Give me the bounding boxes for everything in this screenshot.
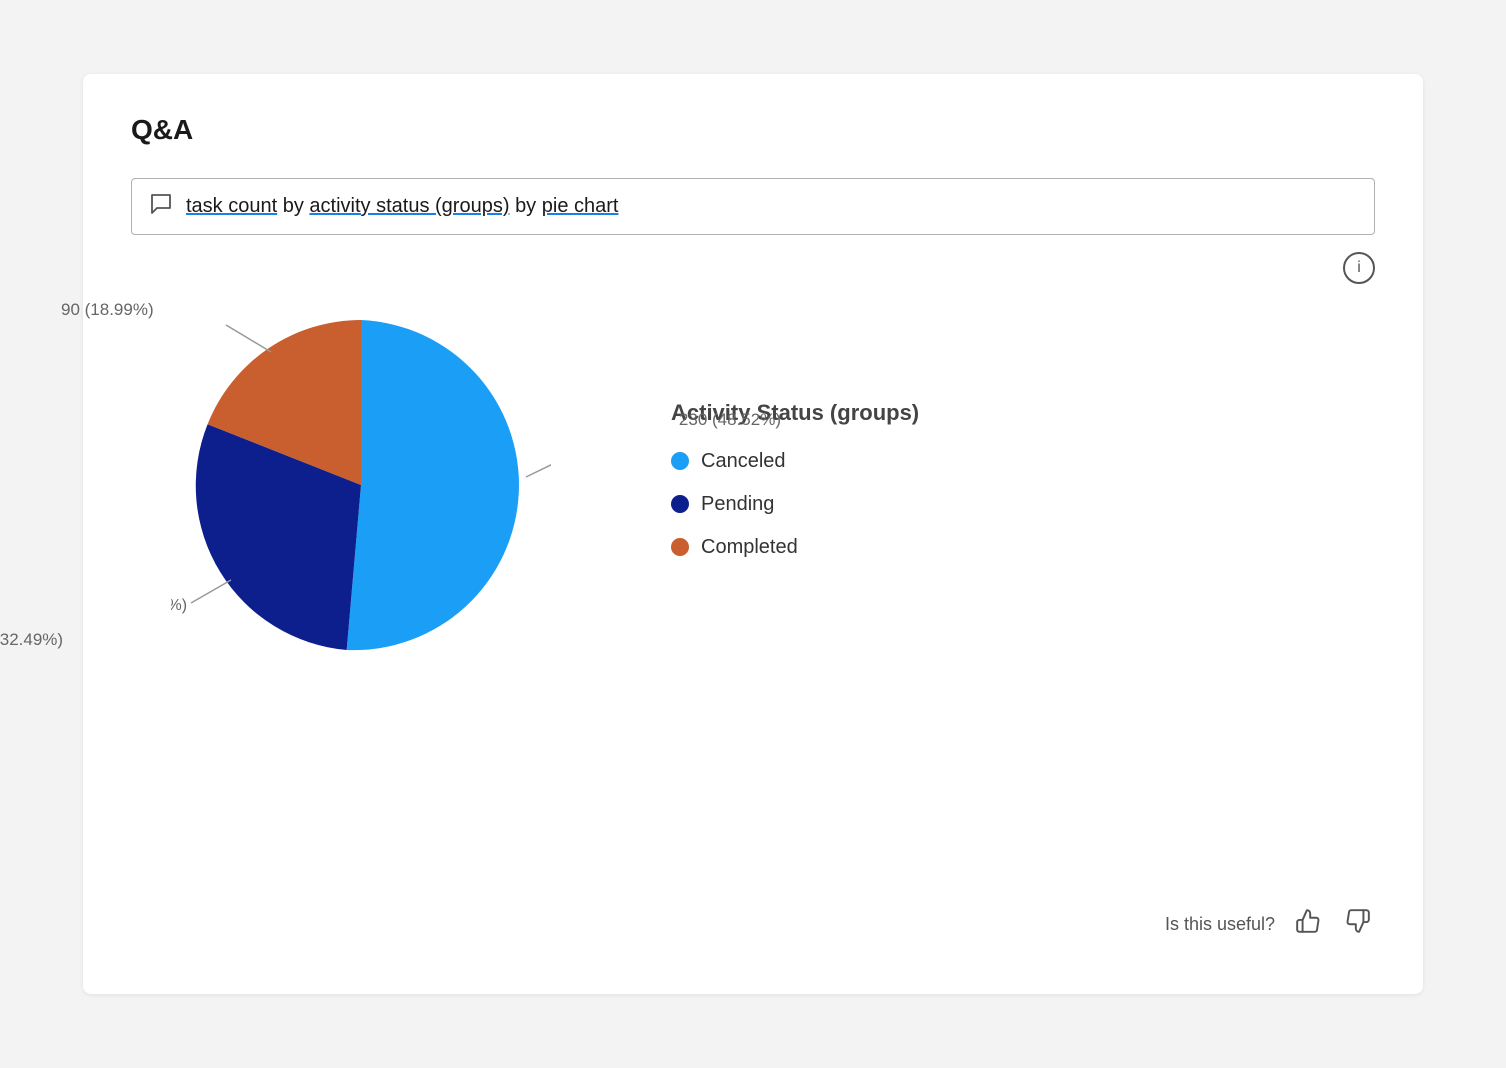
completed-legend-label: Completed	[701, 536, 798, 559]
info-icon: i	[1357, 259, 1361, 277]
query-part-3: pie chart	[542, 195, 619, 217]
completed-label: 90 (18.99%)	[61, 300, 154, 320]
canceled-callout-line	[526, 460, 551, 477]
canceled-dot	[671, 452, 689, 470]
page-title: Q&A	[131, 114, 1375, 146]
completed-callout-line	[226, 325, 271, 352]
completed-dot	[671, 538, 689, 556]
pie-chart: 230 (48.52%) 154 (32.49%) 90 (18.99%) 90…	[171, 295, 551, 675]
chat-icon	[150, 193, 172, 220]
pie-svg: 230 (48.52%) 154 (32.49%) 90 (18.99%)	[171, 295, 551, 675]
chart-area: 230 (48.52%) 154 (32.49%) 90 (18.99%) 90…	[131, 275, 1375, 715]
search-query: task count by activity status (groups) b…	[186, 195, 618, 218]
pending-dot	[671, 495, 689, 513]
qa-card: Q&A task count by activity status (group…	[83, 74, 1423, 994]
thumbdown-button[interactable]	[1341, 904, 1375, 944]
canceled-slice	[347, 320, 519, 650]
pending-callout-line	[191, 580, 231, 603]
canceled-legend-label: Canceled	[701, 450, 786, 473]
thumbup-button[interactable]	[1291, 904, 1325, 944]
query-connector-1: by	[283, 195, 310, 217]
query-part-2: activity status (groups)	[309, 195, 509, 217]
query-connector-2: by	[515, 195, 542, 217]
pending-legend-label: Pending	[701, 493, 774, 516]
useful-text: Is this useful?	[1165, 914, 1275, 935]
legend-completed: Completed	[671, 536, 919, 559]
canceled-label: 230 (48.52%)	[679, 410, 781, 430]
feedback-row: Is this useful?	[1165, 904, 1375, 944]
legend-pending: Pending	[671, 493, 919, 516]
search-bar[interactable]: task count by activity status (groups) b…	[131, 178, 1375, 235]
legend-canceled: Canceled	[671, 450, 919, 473]
query-part-1: task count	[186, 195, 277, 217]
info-button[interactable]: i	[1343, 252, 1375, 284]
pending-callout-text: 154 (32.49%)	[171, 597, 187, 614]
pending-label: 154 (32.49%)	[0, 630, 63, 650]
